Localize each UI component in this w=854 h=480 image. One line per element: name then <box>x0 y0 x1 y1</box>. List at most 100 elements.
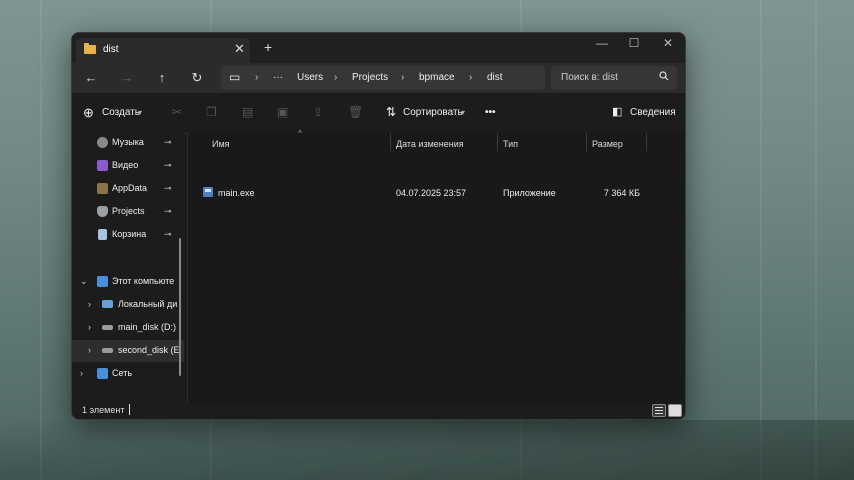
computer-icon <box>97 276 108 287</box>
cut-icon[interactable]: ✂ <box>172 105 182 119</box>
sort-button[interactable]: Сортировать <box>403 107 463 118</box>
drive-icon <box>102 348 113 353</box>
copy-icon[interactable]: ❐ <box>206 105 217 119</box>
sidebar-item-label: main_disk (D:) <box>118 322 177 332</box>
column-header-type[interactable]: Тип <box>503 139 518 149</box>
pin-icon: ⊸ <box>164 137 172 147</box>
file-list: ^ Имя Дата изменения Тип Размер main.exe… <box>188 129 685 403</box>
desktop-ground <box>0 420 854 480</box>
chevron-down-icon: ▾ <box>138 108 143 117</box>
projects-icon <box>97 206 108 217</box>
refresh-button[interactable]: ↻ <box>188 70 206 86</box>
drive-icon <box>102 325 113 330</box>
maximize-button[interactable]: ☐ <box>624 36 644 50</box>
file-date: 04.07.2025 23:57 <box>396 188 467 198</box>
sidebar-item-music[interactable]: Музыка ⊸ <box>72 132 184 154</box>
sidebar-item-label: Корзина <box>112 229 147 239</box>
sidebar-item-label: AppData <box>112 183 148 193</box>
share-icon[interactable]: ⇪ <box>313 105 323 119</box>
status-bar: 1 элемент <box>72 403 685 419</box>
sort-icon: ⇅ <box>386 105 397 119</box>
folder-icon <box>84 43 96 54</box>
chevron-right-icon[interactable]: › <box>88 345 91 355</box>
folder-icon <box>97 183 108 194</box>
sidebar-item-label: Этот компьюте <box>112 276 175 286</box>
breadcrumb-bpmace[interactable]: bpmace <box>419 72 455 83</box>
recycle-bin-icon <box>98 229 107 240</box>
tab-bar: dist ✕ + — ☐ ✕ <box>72 33 685 63</box>
music-icon <box>97 137 108 148</box>
sidebar-item-second-disk[interactable]: › second_disk (E <box>72 340 184 362</box>
column-header-size[interactable]: Размер <box>592 139 623 149</box>
column-divider[interactable] <box>390 133 391 151</box>
up-button[interactable]: ↑ <box>153 70 171 85</box>
sidebar-item-network[interactable]: › Сеть <box>72 363 184 385</box>
drive-icon <box>102 300 113 308</box>
column-divider[interactable] <box>586 133 587 151</box>
sort-ascending-icon: ^ <box>298 129 302 138</box>
breadcrumb-ellipsis[interactable]: ··· <box>273 72 283 83</box>
details-view-button[interactable] <box>652 404 666 417</box>
sidebar-item-main-disk[interactable]: › main_disk (D:) <box>72 317 184 339</box>
paste-icon[interactable]: ▤ <box>242 105 253 119</box>
sidebar-item-appdata[interactable]: AppData ⊸ <box>72 178 184 200</box>
sidebar-item-label: Музыка <box>112 137 144 147</box>
breadcrumb-separator: › <box>401 72 405 83</box>
column-header-date[interactable]: Дата изменения <box>396 139 464 149</box>
chevron-right-icon[interactable]: › <box>88 322 91 332</box>
sidebar-item-projects[interactable]: Projects ⊸ <box>72 201 184 223</box>
search-input[interactable]: Поиск в: dist <box>561 72 618 83</box>
breadcrumb-dist[interactable]: dist <box>487 72 503 83</box>
pin-icon: ⊸ <box>164 160 172 170</box>
details-pane-icon: ◧ <box>612 106 623 118</box>
sidebar-scrollbar[interactable] <box>179 238 181 376</box>
new-tab-button[interactable]: + <box>264 39 272 55</box>
item-count: 1 элемент <box>82 405 125 415</box>
tab-close-icon[interactable]: ✕ <box>234 41 245 57</box>
breadcrumb-separator: › <box>255 72 259 83</box>
sidebar-item-label: Projects <box>112 206 145 216</box>
create-button[interactable]: Создать <box>102 107 140 118</box>
chevron-right-icon[interactable]: › <box>88 299 91 309</box>
chevron-right-icon[interactable]: › <box>80 368 83 378</box>
plus-circle-icon: ⊕ <box>83 105 94 120</box>
sidebar-item-local-disk[interactable]: › Локальный ди <box>72 294 184 316</box>
tab-dist[interactable]: dist ✕ <box>76 38 250 63</box>
application-icon <box>203 187 213 197</box>
forward-button[interactable]: → <box>118 70 136 85</box>
minimize-button[interactable]: — <box>592 36 612 50</box>
file-row[interactable]: main.exe 04.07.2025 23:57 Приложение 7 3… <box>188 184 685 204</box>
sidebar-item-label: Локальный ди <box>118 299 178 309</box>
more-options-button[interactable]: ••• <box>485 107 496 118</box>
file-type: Приложение <box>503 188 556 198</box>
column-divider[interactable] <box>646 133 647 151</box>
navigation-bar: ← → ↑ ↻ ▭ › ··· Users › Projects › bpmac… <box>72 63 685 93</box>
sidebar-item-label: Видео <box>112 160 139 170</box>
network-icon <box>97 368 108 379</box>
column-header-name[interactable]: Имя <box>212 139 230 149</box>
address-bar[interactable]: ▭ › ··· Users › Projects › bpmace › dist <box>221 66 545 90</box>
breadcrumb-users[interactable]: Users <box>297 72 323 83</box>
rename-icon[interactable]: ▣ <box>277 105 288 119</box>
sidebar-item-video[interactable]: Видео ⊸ <box>72 155 184 177</box>
text-cursor <box>129 404 130 415</box>
breadcrumb-separator: › <box>334 72 338 83</box>
search-box[interactable]: Поиск в: dist <box>551 66 677 90</box>
pin-icon: ⊸ <box>164 183 172 193</box>
file-explorer-window: dist ✕ + — ☐ ✕ ← → ↑ ↻ ▭ › ··· Users › P… <box>71 32 686 420</box>
sidebar-item-recycle-bin[interactable]: Корзина ⊸ <box>72 224 184 246</box>
breadcrumb-separator: › <box>469 72 473 83</box>
window-close-button[interactable]: ✕ <box>658 36 678 50</box>
chevron-down-icon[interactable]: ⌄ <box>80 276 88 287</box>
file-name: main.exe <box>218 188 255 198</box>
column-divider[interactable] <box>497 133 498 151</box>
details-button[interactable]: Сведения <box>630 107 676 118</box>
file-size: 7 364 КБ <box>603 188 640 198</box>
tiles-view-button[interactable] <box>668 404 682 417</box>
search-icon <box>659 71 669 84</box>
sidebar-item-this-pc[interactable]: ⌄ Этот компьюте <box>72 271 184 293</box>
breadcrumb-projects[interactable]: Projects <box>352 72 388 83</box>
delete-icon[interactable]: 🗑 <box>348 105 363 119</box>
navigation-pane: Музыка ⊸ Видео ⊸ AppData ⊸ Projects ⊸ Ко… <box>72 133 184 403</box>
back-button[interactable]: ← <box>82 70 100 85</box>
